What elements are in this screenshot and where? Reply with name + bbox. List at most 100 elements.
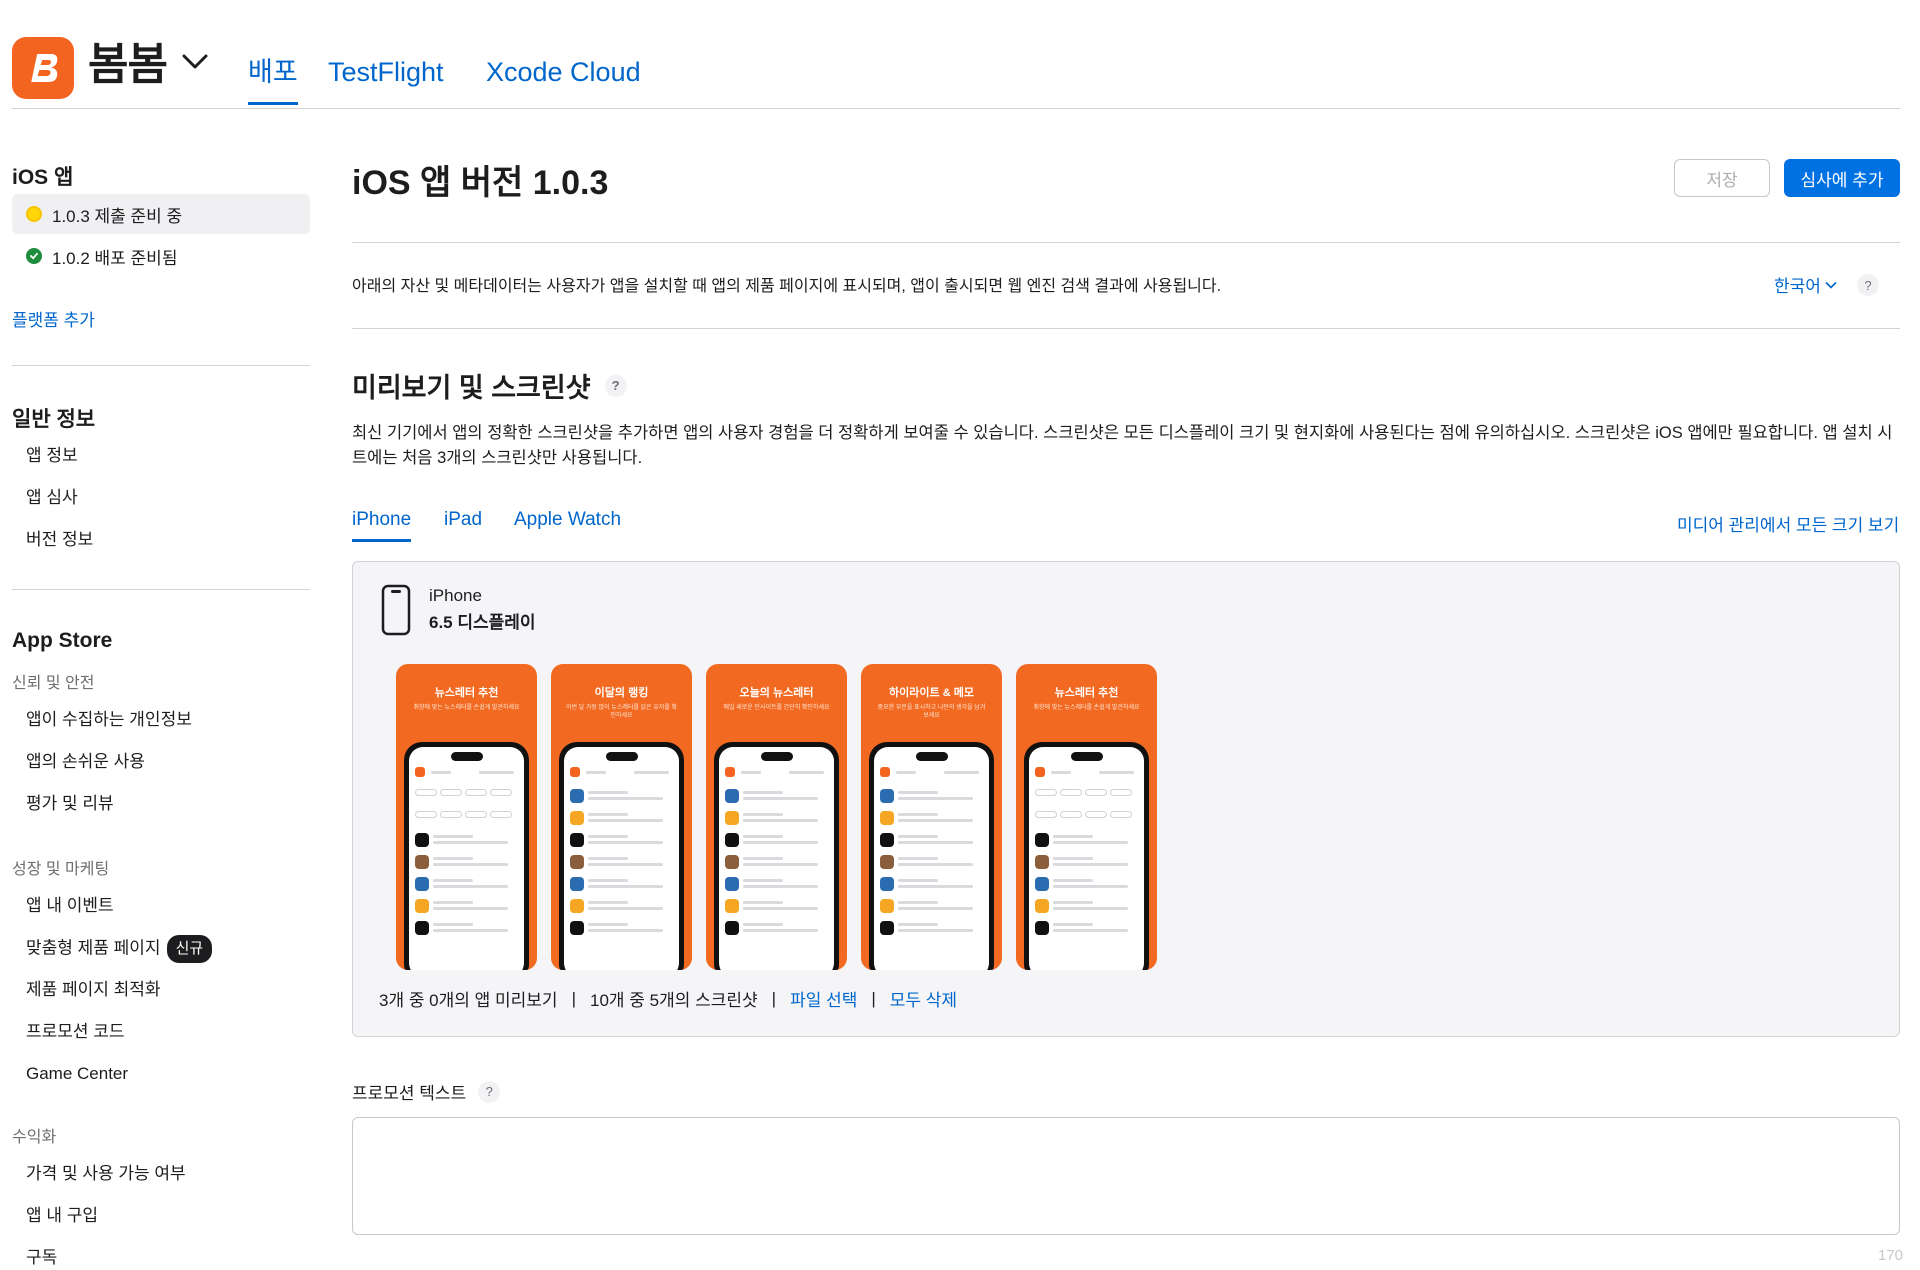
choose-file-link[interactable]: 파일 선택: [790, 986, 857, 1011]
category-chip: [490, 811, 512, 818]
separator: |: [571, 988, 576, 1008]
placeholder-line: [634, 771, 669, 774]
screenshot-thumbnail[interactable]: 뉴스레터 추천 취향에 맞는 뉴스레터를 손쉽게 발견하세요: [1016, 664, 1157, 970]
sidebar-item-subscriptions[interactable]: 구독: [12, 1247, 310, 1269]
placeholder-line: [431, 771, 451, 774]
placeholder-line: [743, 879, 783, 882]
help-icon[interactable]: ?: [1857, 274, 1879, 296]
newsletter-thumbnail: [1035, 833, 1049, 847]
screenshot-count: 10개 중 5개의 스크린샷: [589, 991, 758, 1010]
screenshot-thumbnail[interactable]: 이달의 랭킹 이번 달 가장 많이 뉴스레터를 읽은 유저를 확인하세요: [551, 664, 692, 970]
chevron-down-icon[interactable]: [182, 54, 208, 75]
tab-ipad[interactable]: iPad: [444, 509, 482, 531]
sidebar-ios-section: iOS 앱: [12, 166, 74, 189]
newsletter-thumbnail: [725, 789, 739, 803]
category-chip: [415, 811, 437, 818]
placeholder-line: [588, 907, 663, 910]
sidebar-subhead-trust: 신뢰 및 안전: [12, 675, 95, 692]
checkmark-icon: [26, 248, 42, 264]
placeholder-line: [433, 835, 473, 838]
character-count: 170: [1878, 1247, 1904, 1264]
sidebar-version-1-0-3[interactable]: 1.0.3 제출 준비 중: [12, 194, 310, 234]
category-chip: [1060, 789, 1082, 796]
tab-apple-watch[interactable]: Apple Watch: [514, 509, 621, 531]
sidebar-item-pricing[interactable]: 가격 및 사용 가능 여부: [12, 1163, 310, 1185]
tab-distribution[interactable]: 배포: [248, 54, 298, 105]
phone-screen: [564, 747, 679, 970]
save-button[interactable]: 저장: [1674, 159, 1770, 197]
placeholder-line: [433, 863, 508, 866]
newsletter-thumbnail: [570, 833, 584, 847]
placeholder-line: [1053, 885, 1128, 888]
section-heading: 미리보기 및 스크린샷: [352, 373, 591, 403]
sidebar-item-accessibility[interactable]: 앱의 손쉬운 사용: [12, 751, 310, 773]
placeholder-line: [433, 857, 473, 860]
phone-mockup: [869, 742, 994, 970]
sidebar-item-app-review[interactable]: 앱 심사: [12, 487, 310, 509]
category-chip: [415, 789, 437, 796]
sidebar-item-ratings-reviews[interactable]: 평가 및 리뷰: [12, 793, 310, 815]
sidebar-item-in-app-events[interactable]: 앱 내 이벤트: [12, 895, 310, 917]
tab-testflight[interactable]: TestFlight: [328, 54, 444, 90]
placeholder-line: [898, 797, 973, 800]
sidebar-appstore-section: App Store: [12, 629, 113, 652]
promo-text-field[interactable]: [352, 1117, 1900, 1235]
sidebar-item-game-center[interactable]: Game Center: [12, 1063, 310, 1085]
screenshot-thumbnail[interactable]: 오늘의 뉴스레터매일 새로운 인사이트를 간단히 확인하세요: [706, 664, 847, 970]
sidebar-item-version-info[interactable]: 버전 정보: [12, 529, 310, 551]
placeholder-line: [588, 835, 628, 838]
newsletter-thumbnail: [880, 877, 894, 891]
sidebar-item-app-info[interactable]: 앱 정보: [12, 445, 310, 467]
sidebar-item-in-app-purchases[interactable]: 앱 내 구입: [12, 1205, 310, 1227]
sidebar-item-product-page-optimization[interactable]: 제품 페이지 최적화: [12, 979, 310, 1001]
sidebar-item-promo-codes[interactable]: 프로모션 코드: [12, 1021, 310, 1043]
placeholder-line: [1053, 841, 1128, 844]
device-display-size: 6.5 디스플레이: [429, 613, 536, 632]
tab-iphone[interactable]: iPhone: [352, 509, 412, 542]
placeholder-line: [743, 863, 818, 866]
delete-all-link[interactable]: 모두 삭제: [890, 986, 957, 1011]
help-icon[interactable]: ?: [478, 1080, 501, 1103]
sidebar-item-custom-product-pages[interactable]: 맞춤형 제품 페이지 신규: [12, 935, 310, 963]
newsletter-thumbnail: [415, 833, 429, 847]
placeholder-line: [588, 901, 628, 904]
add-for-review-button[interactable]: 심사에 추가: [1784, 159, 1900, 197]
iphone-icon: [381, 584, 411, 641]
help-icon[interactable]: ?: [604, 374, 627, 397]
newsletter-thumbnail: [1035, 899, 1049, 913]
placeholder-line: [743, 835, 783, 838]
sidebar-subhead-monetization: 수익화: [12, 1129, 57, 1146]
placeholder-line: [588, 863, 663, 866]
placeholder-line: [433, 885, 508, 888]
screenshot-title: 오늘의 뉴스레터: [739, 687, 814, 699]
device-name: iPhone: [429, 586, 482, 605]
screenshot-thumbnail[interactable]: 뉴스레터 추천 취향에 맞는 뉴스레터를 손쉽게 발견하세요: [396, 664, 537, 970]
language-select[interactable]: 한국어: [1774, 272, 1837, 297]
sidebar-item-privacy[interactable]: 앱이 수집하는 개인정보: [12, 709, 310, 731]
phone-mockup: [1024, 742, 1149, 970]
newsletter-thumbnail: [880, 855, 894, 869]
newsletter-thumbnail: [570, 921, 584, 935]
category-chip: [1110, 811, 1132, 818]
separator: |: [771, 988, 777, 1008]
category-chip: [465, 789, 487, 796]
panel-footer: 3개 중 0개의 앱 미리보기 | 10개 중 5개의 스크린샷 | 파일 선택…: [379, 986, 957, 1011]
sidebar-version-1-0-2[interactable]: 1.0.2 배포 준비됨: [12, 236, 310, 276]
screenshot-thumbnail[interactable]: 하이라이트 & 메모 중요한 부분을 표시하고 나만의 생각을 남겨보세요: [861, 664, 1002, 970]
newsletter-thumbnail: [1035, 921, 1049, 935]
app-name[interactable]: 봄봄: [88, 38, 168, 92]
placeholder-line: [588, 791, 628, 794]
placeholder-line: [944, 771, 979, 774]
screenshot-subtitle: 매일 새로운 인사이트를 간단히 확인하세요: [723, 705, 830, 711]
placeholder-line: [588, 885, 663, 888]
placeholder-line: [743, 813, 783, 816]
newsletter-thumbnail: [725, 877, 739, 891]
category-chip: [1035, 789, 1057, 796]
add-platform-link[interactable]: 플랫폼 추가: [12, 306, 95, 331]
media-manager-link[interactable]: 미디어 관리에서 모든 크기 보기: [1677, 511, 1899, 536]
version-label: 1.0.3 제출 준비 중: [52, 206, 183, 226]
tab-xcode-cloud[interactable]: Xcode Cloud: [486, 54, 641, 90]
dynamic-island: [916, 752, 948, 761]
newsletter-thumbnail: [570, 855, 584, 869]
newsletter-thumbnail: [725, 921, 739, 935]
